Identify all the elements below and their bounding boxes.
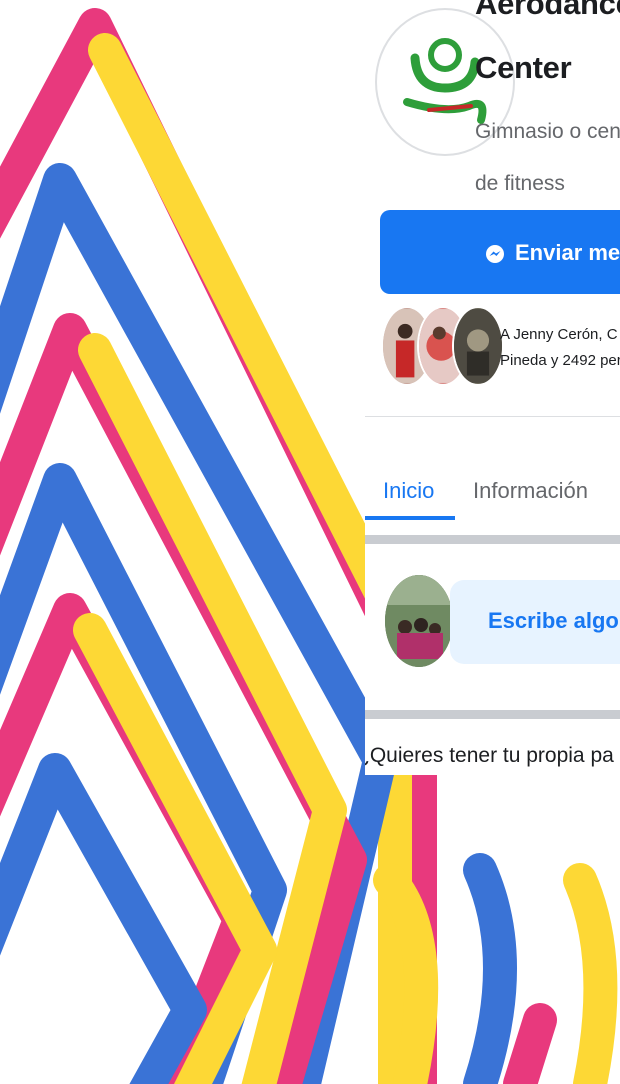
- decor-stripe-yellow-5: [563, 863, 618, 1084]
- send-message-label: Enviar mens: [515, 240, 620, 265]
- screen: Aerodance Center Gimnasio o cen de fitne…: [0, 0, 620, 1084]
- active-tab-indicator: [365, 516, 455, 520]
- decor-stripe-blue-3: [0, 753, 207, 1084]
- divider: [365, 416, 620, 417]
- create-page-prompt[interactable]: ¿Quieres tener tu propia pa: [365, 744, 614, 768]
- friend-avatar[interactable]: [452, 306, 504, 386]
- page-category-line2: de fitness: [475, 172, 565, 195]
- messenger-icon: [486, 245, 504, 263]
- page-category-line1: Gimnasio o cen: [475, 120, 620, 143]
- composer-photo: [385, 575, 453, 667]
- composer-input[interactable]: Escribe algo: [450, 580, 620, 664]
- friend-photo: [454, 309, 502, 383]
- page-title-line2: Center: [475, 50, 572, 85]
- decor-stripe-blue-4: [463, 853, 517, 1084]
- composer-avatar[interactable]: [385, 575, 453, 667]
- section-separator: [365, 710, 620, 719]
- decor-stripe-pink-4: [503, 1003, 557, 1084]
- send-message-button[interactable]: Enviar mens: [380, 210, 620, 294]
- composer-input-label: Escribe algo: [488, 608, 619, 633]
- tab-informacion[interactable]: Información: [473, 478, 588, 504]
- page-title-line1: Aerodance: [475, 0, 620, 21]
- section-separator: [365, 535, 620, 544]
- tab-inicio[interactable]: Inicio: [383, 478, 434, 504]
- friends-like-text-line2[interactable]: Pineda y 2492 per: [500, 352, 620, 369]
- friends-like-text-line1[interactable]: A Jenny Cerón, C: [500, 326, 618, 343]
- facebook-page-screen: Aerodance Center Gimnasio o cen de fitne…: [365, 0, 620, 775]
